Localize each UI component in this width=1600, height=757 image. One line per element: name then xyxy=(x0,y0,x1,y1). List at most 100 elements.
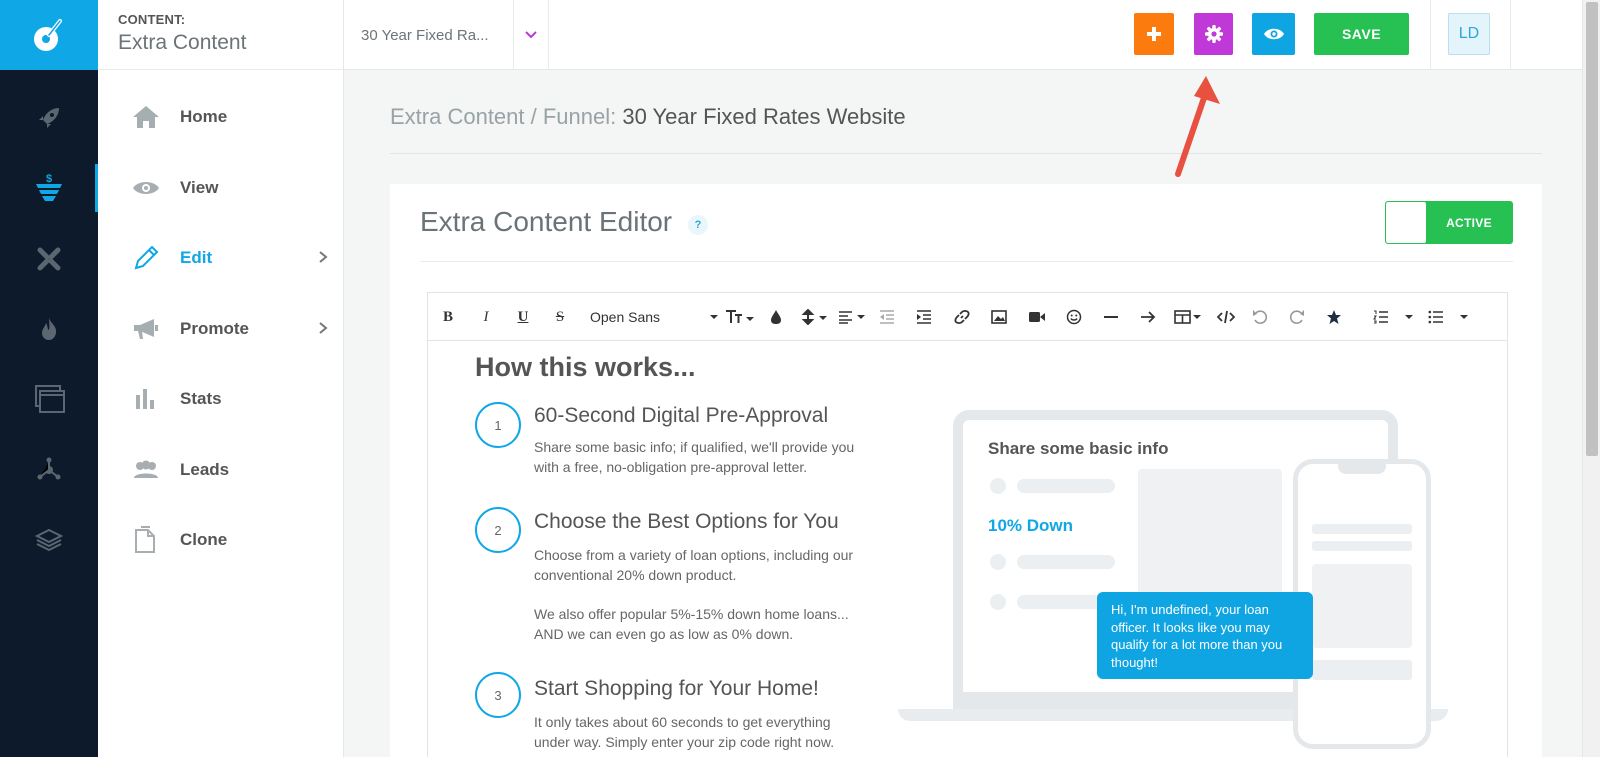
step-title: Start Shopping for Your Home! xyxy=(534,677,819,700)
annotation-arrow xyxy=(1175,76,1220,177)
rail-item-hot[interactable] xyxy=(0,305,98,353)
users-icon xyxy=(132,456,160,484)
nav-item-label: Stats xyxy=(180,389,222,408)
rail-item-funnels[interactable]: $ xyxy=(0,164,99,212)
nav-item-edit[interactable]: Edit xyxy=(98,233,344,283)
step-text: It only takes about 60 seconds to get ev… xyxy=(534,714,835,750)
plus-icon xyxy=(1147,27,1161,41)
placeholder-bar xyxy=(1312,660,1412,680)
table-icon xyxy=(1174,310,1201,324)
top-bar: 30 Year Fixed Ra... SAVE LD xyxy=(344,0,1600,70)
step-title: Choose the Best Options for You xyxy=(534,510,839,533)
undo-button[interactable] xyxy=(1251,306,1269,328)
nav-kicker: CONTENT: xyxy=(118,12,186,27)
phone-illustration xyxy=(1293,459,1431,749)
nav-header: CONTENT: Extra Content xyxy=(98,0,343,70)
insert-video-button[interactable] xyxy=(1027,306,1047,328)
chevron-right-icon xyxy=(318,321,328,340)
redo-button[interactable] xyxy=(1288,306,1306,328)
breadcrumb: Extra Content / Funnel: 30 Year Fixed Ra… xyxy=(390,104,906,130)
insert-hr-button[interactable] xyxy=(1102,306,1120,328)
breadcrumb-current: 30 Year Fixed Rates Website xyxy=(622,104,906,129)
strikethrough-button[interactable]: S xyxy=(552,306,568,328)
illustration-highlight: 10% Down xyxy=(988,516,1074,535)
insert-button-button[interactable] xyxy=(1139,306,1157,328)
rail-item-launch[interactable] xyxy=(0,94,98,142)
chevron-right-icon xyxy=(318,250,328,269)
step-text: We also offer popular 5%-15% down home l… xyxy=(534,606,849,642)
settings-button[interactable] xyxy=(1194,13,1233,55)
nav-item-label: Promote xyxy=(180,319,249,338)
nav-item-label: View xyxy=(180,178,219,197)
minus-icon xyxy=(1104,316,1118,318)
eye-icon xyxy=(132,174,160,202)
icon-rail: $ xyxy=(0,0,99,757)
insert-image-button[interactable] xyxy=(990,306,1008,328)
rich-text-editor[interactable]: B I U S Open Sans How this works... 1 60… xyxy=(427,292,1508,757)
rail-item-tools[interactable] xyxy=(0,235,98,283)
save-button[interactable]: SAVE xyxy=(1314,13,1409,55)
help-icon[interactable]: ? xyxy=(688,215,708,235)
windows-icon xyxy=(35,385,65,413)
funnel-select-toggle[interactable] xyxy=(514,0,549,70)
undo-icon xyxy=(1253,310,1268,324)
code-view-button[interactable] xyxy=(1216,306,1236,328)
rail-item-pages[interactable] xyxy=(0,375,98,423)
preview-button[interactable] xyxy=(1252,13,1295,55)
rail-item-library[interactable] xyxy=(0,516,98,564)
line-height-button[interactable] xyxy=(800,306,830,328)
step-number: 3 xyxy=(475,672,521,718)
breadcrumb-prefix: Extra Content / Funnel: xyxy=(390,104,623,129)
app-root: $ CONTENT: Extra Content Home View Edit … xyxy=(0,0,1600,757)
font-family-select[interactable]: Open Sans xyxy=(590,306,720,328)
ordered-list-button[interactable] xyxy=(1373,306,1415,328)
align-button[interactable] xyxy=(838,306,868,328)
flame-icon xyxy=(42,318,57,340)
italic-button[interactable]: I xyxy=(478,306,494,328)
nav-item-leads[interactable]: Leads xyxy=(98,445,344,495)
star-icon xyxy=(1327,310,1341,324)
insert-link-button[interactable] xyxy=(953,306,971,328)
nav-item-clone[interactable]: Clone xyxy=(98,515,344,565)
step-number: 1 xyxy=(475,402,521,448)
page-scrollbar[interactable] xyxy=(1582,0,1600,757)
nav-title: Extra Content xyxy=(118,31,247,54)
chat-bubble-tail xyxy=(1293,664,1307,678)
add-button[interactable] xyxy=(1134,13,1174,55)
nav-item-label: Edit xyxy=(180,248,213,267)
indent-button[interactable] xyxy=(915,306,933,328)
insert-table-button[interactable] xyxy=(1174,306,1204,328)
placeholder-dot xyxy=(990,594,1006,610)
funnel-select[interactable]: 30 Year Fixed Ra... xyxy=(344,0,514,70)
content-heading: How this works... xyxy=(475,352,696,382)
user-avatar[interactable]: LD xyxy=(1448,13,1490,55)
phone-notch xyxy=(1338,464,1386,474)
text-height-icon xyxy=(726,310,754,323)
divider xyxy=(1510,0,1511,70)
placeholder-dot xyxy=(990,554,1006,570)
underline-button[interactable]: U xyxy=(515,306,531,328)
scrollbar-thumb[interactable] xyxy=(1586,2,1598,456)
editor-content[interactable]: How this works... 1 60-Second Digital Pr… xyxy=(428,342,1507,757)
nav-item-label: Home xyxy=(180,107,228,126)
copy-icon xyxy=(132,526,160,554)
text-color-button[interactable] xyxy=(768,306,784,328)
code-icon xyxy=(1217,310,1235,324)
outdent-button[interactable] xyxy=(878,306,896,328)
favorites-button[interactable] xyxy=(1325,306,1343,328)
bold-button[interactable]: B xyxy=(440,306,456,328)
arrow-right-icon xyxy=(1141,311,1156,323)
nav-item-view[interactable]: View xyxy=(98,163,344,213)
app-logo[interactable] xyxy=(0,0,98,70)
nav-item-stats[interactable]: Stats xyxy=(98,374,344,424)
bulleted-list-button[interactable] xyxy=(1428,306,1470,328)
insert-emoji-button[interactable] xyxy=(1065,306,1083,328)
bulleted-list-icon xyxy=(1428,310,1468,324)
font-family-value: Open Sans xyxy=(590,309,661,325)
active-toggle[interactable]: ACTIVE xyxy=(1385,201,1513,244)
rail-item-integrations[interactable] xyxy=(0,446,98,494)
nav-item-promote[interactable]: Promote xyxy=(98,304,344,354)
font-size-button[interactable] xyxy=(725,306,755,328)
nav-item-home[interactable]: Home xyxy=(98,92,344,142)
layers-icon xyxy=(35,528,63,552)
